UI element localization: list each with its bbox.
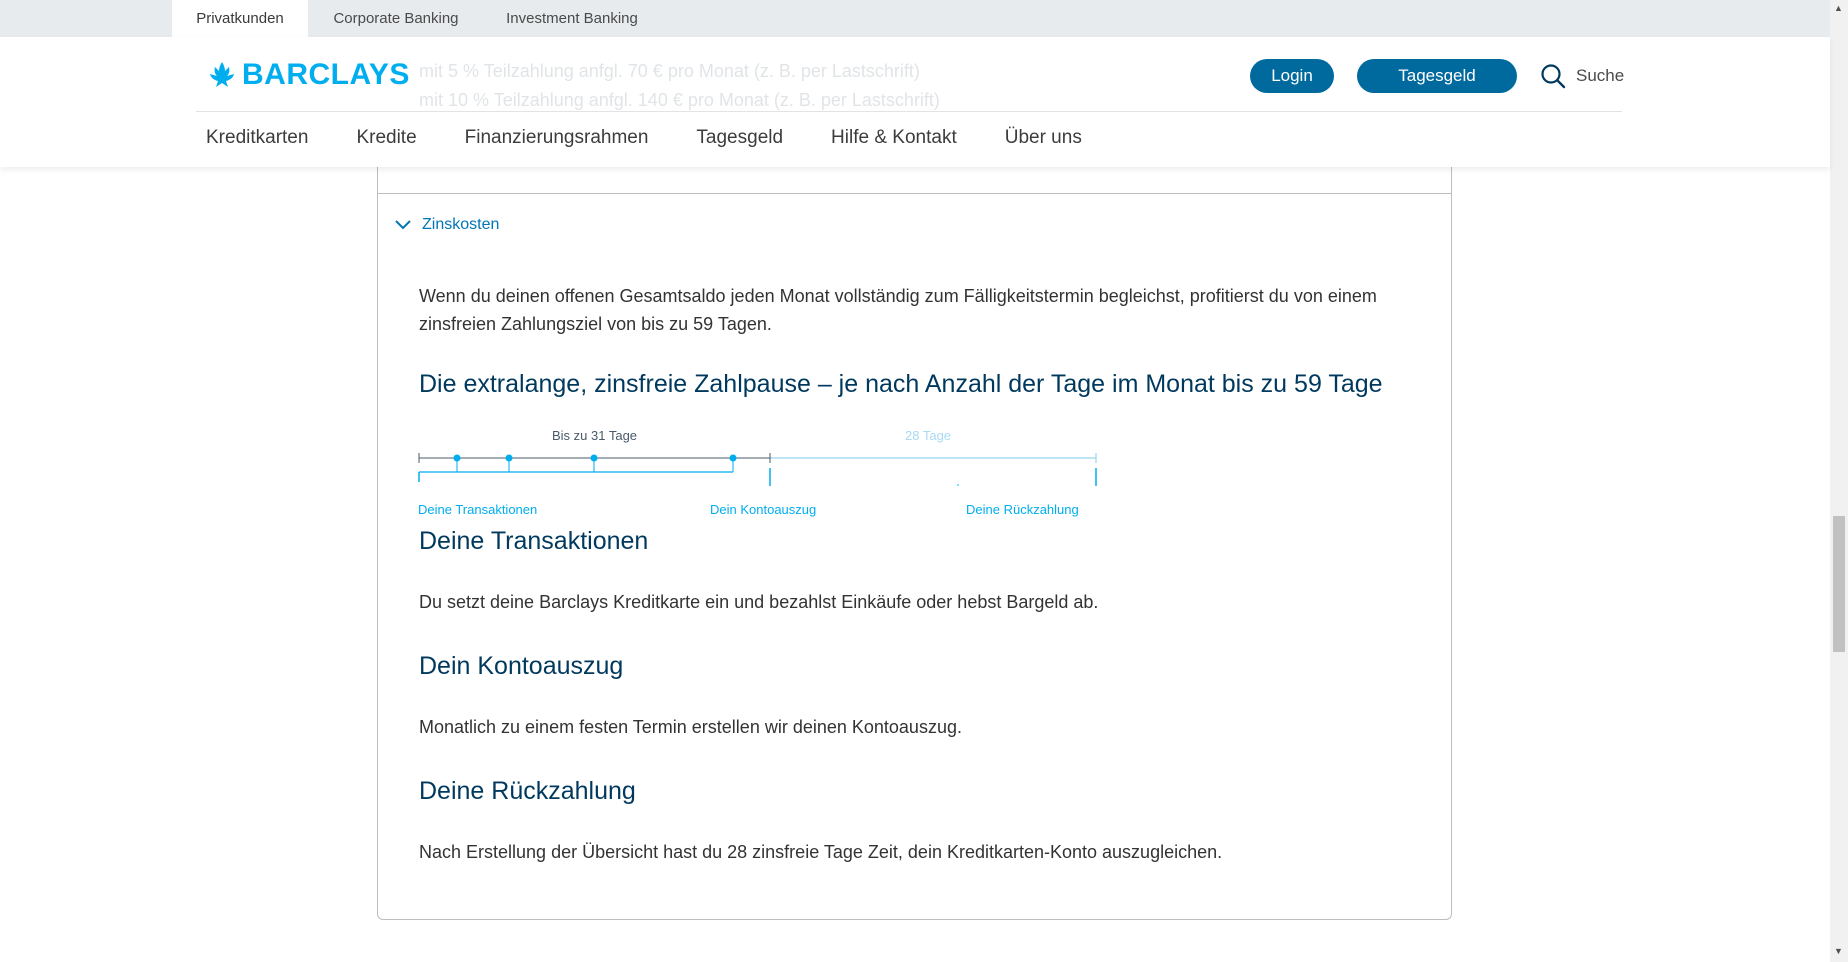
section-heading: Die extralange, zinsfreie Zahlpause – je… xyxy=(419,370,1383,398)
transaktionen-text: Du setzt deine Barclays Kreditkarte ein … xyxy=(419,592,1099,612)
segment-tab-privatkunden[interactable]: Privatkunden xyxy=(172,0,308,37)
scrollbar-thumb[interactable] xyxy=(1833,516,1845,652)
page: Privatkunden Corporate Banking Investmen… xyxy=(0,0,1848,962)
nav-item-finanzierungsrahmen[interactable]: Finanzierungsrahmen xyxy=(465,127,649,157)
accordion-toggle-zinskosten[interactable]: Zinskosten xyxy=(394,216,499,234)
nav-item-kreditkarten[interactable]: Kreditkarten xyxy=(206,127,308,157)
header-divider xyxy=(196,111,1622,112)
scroll-down-icon[interactable]: ▼ xyxy=(1834,946,1843,956)
scrolled-text-line: mit 5 % Teilzahlung anfgl. 70 € pro Mona… xyxy=(419,61,920,81)
main-nav: Kreditkarten Kredite Finanzierungsrahmen… xyxy=(206,127,1130,157)
accordion-title: Zinskosten xyxy=(422,216,500,233)
accordion-divider xyxy=(377,193,1452,194)
barclays-logo[interactable]: BARCLAYS xyxy=(206,57,410,93)
transaktionen-heading: Deine Transaktionen xyxy=(419,527,649,555)
timeline-range-label: Bis zu 31 Tage xyxy=(552,428,638,443)
rueckzahlung-text: Nach Erstellung der Übersicht hast du 28… xyxy=(419,842,1223,862)
timeline-point-label: Deine Rückzahlung xyxy=(966,502,1079,517)
segment-bar: Privatkunden Corporate Banking Investmen… xyxy=(0,0,1830,37)
timeline-range-label: 28 Tage xyxy=(905,428,952,443)
nav-item-ueber-uns[interactable]: Über uns xyxy=(1005,127,1082,157)
tagesgeld-login-button[interactable]: Tagesgeld Login xyxy=(1357,59,1517,119)
timeline-point-label: Deine Transaktionen xyxy=(418,502,538,517)
nav-item-kredite[interactable]: Kredite xyxy=(356,127,416,157)
kontoauszug-heading: Dein Kontoauszug xyxy=(419,652,624,680)
logo-wordmark: BARCLAYS xyxy=(242,58,410,91)
eagle-icon xyxy=(210,62,234,87)
scrolled-text-line: mit 10 % Teilzahlung anfgl. 140 € pro Mo… xyxy=(419,90,940,110)
timeline-graphic xyxy=(418,453,1097,486)
segment-tab-investment-banking[interactable]: Investment Banking xyxy=(498,0,646,37)
nav-item-tagesgeld[interactable]: Tagesgeld xyxy=(696,127,783,157)
login-button[interactable]: Login xyxy=(1250,59,1334,93)
timeline-point-label: Dein Kontoauszug xyxy=(710,502,817,517)
kontoauszug-text: Monatlich zu einem festen Termin erstell… xyxy=(419,717,962,737)
intro-paragraph: Wenn du deinen offenen Gesamtsaldo jeden… xyxy=(419,286,1377,334)
timeline-diagram: Bis zu 31 Tage 28 Tage Deine Transaktion… xyxy=(418,428,1098,518)
search-button[interactable]: Suche xyxy=(1540,59,1624,93)
search-icon xyxy=(1541,64,1566,89)
nav-item-hilfe-kontakt[interactable]: Hilfe & Kontakt xyxy=(831,127,957,157)
segment-tab-corporate-banking[interactable]: Corporate Banking xyxy=(322,0,470,37)
scroll-up-icon[interactable]: ▲ xyxy=(1834,3,1843,13)
search-label: Suche xyxy=(1576,66,1625,85)
scrollbar[interactable]: ▲ ▼ xyxy=(1830,0,1848,962)
chevron-down-icon xyxy=(395,220,411,230)
rueckzahlung-heading: Deine Rückzahlung xyxy=(419,777,636,805)
